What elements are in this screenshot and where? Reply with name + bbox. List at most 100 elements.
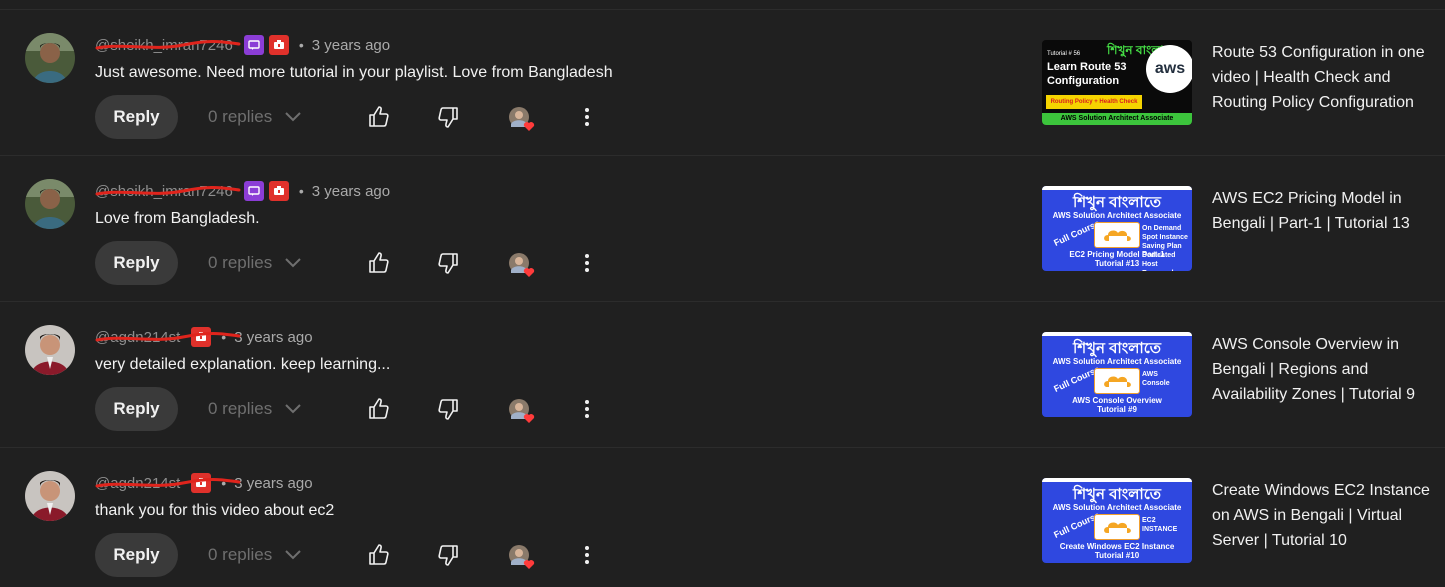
thumbnail-top-border [1042, 478, 1192, 482]
video-thumbnail[interactable]: শিখুন বাংলাতে AWS Solution Architect Asso… [1042, 186, 1192, 271]
comment-time[interactable]: 3 years ago [234, 329, 312, 346]
creator-heart [508, 106, 535, 131]
comment-thread: @sheikh_imran7246 • 3 years ago Just awe… [0, 9, 1445, 155]
separator-dot: • [298, 183, 304, 199]
thumbnail-bottom-text: EC2 Pricing Model Part-1 Tutorial #13 [1069, 250, 1165, 268]
comment-text: very detailed explanation. keep learning… [95, 356, 391, 373]
aws-logo: aws [1146, 45, 1192, 93]
replies-toggle[interactable]: 0 replies [208, 399, 302, 419]
related-video[interactable]: শিখুন বাংলাতে Tutorial # 56 Learn Route 53… [1042, 40, 1432, 130]
video-title[interactable]: Route 53 Configuration in one video | He… [1212, 40, 1432, 115]
thumbs-up-icon [369, 106, 389, 127]
author-handle-text: @agdn214st [95, 328, 181, 346]
avatar[interactable] [25, 179, 75, 229]
comment-time[interactable]: 3 years ago [312, 183, 390, 200]
separator-dot: • [298, 37, 304, 53]
like-button[interactable] [365, 103, 393, 131]
more-options-button[interactable] [573, 103, 601, 131]
chevron-down-icon [285, 258, 301, 268]
thumbnail-architect-text: AWS Solution Architect Associate [1052, 503, 1182, 512]
comment-time[interactable]: 3 years ago [234, 475, 312, 492]
thumbnail-side-text: AWS Console [1142, 371, 1170, 387]
related-video[interactable]: শিখুন বাংলাতে AWS Solution Architect Asso… [1042, 478, 1432, 568]
thumbs-down-icon [438, 253, 458, 274]
more-vertical-icon [585, 108, 589, 126]
badges [186, 327, 212, 347]
replies-count: 0 replies [208, 107, 273, 126]
avatar[interactable] [25, 325, 75, 375]
dislike-button[interactable] [434, 249, 462, 277]
like-button[interactable] [365, 395, 393, 423]
comment-actions: Reply 0 replies [95, 533, 615, 577]
thumbs-down-icon [438, 399, 458, 420]
comment-header: @sheikh_imran7246 • 3 years ago [95, 181, 390, 201]
creator-heart-icon [509, 545, 535, 569]
more-vertical-icon [585, 400, 589, 418]
comment-actions: Reply 0 replies [95, 95, 615, 139]
comment-thread: @agdn214st • 3 years ago very detailed e… [0, 301, 1445, 447]
thumbs-down-icon [438, 545, 458, 566]
dislike-button[interactable] [434, 395, 462, 423]
reply-button[interactable]: Reply [95, 387, 178, 431]
related-video[interactable]: শিখুন বাংলাতে AWS Solution Architect Asso… [1042, 332, 1432, 422]
replies-toggle[interactable]: 0 replies [208, 253, 302, 273]
video-title[interactable]: AWS Console Overview in Bengali | Region… [1212, 332, 1432, 407]
red-badge-icon [191, 327, 212, 347]
video-title[interactable]: AWS EC2 Pricing Model in Bengali | Part-… [1212, 186, 1432, 236]
comment-header: @agdn214st • 3 years ago [95, 327, 313, 347]
video-title[interactable]: Create Windows EC2 Instance on AWS in Be… [1212, 478, 1432, 553]
like-button[interactable] [365, 541, 393, 569]
dislike-button[interactable] [434, 103, 462, 131]
avatar[interactable] [25, 33, 75, 83]
author-handle-text: @agdn214st [95, 474, 181, 492]
reply-button[interactable]: Reply [95, 241, 178, 285]
thumbnail-bottom-text: Create Windows EC2 Instance Tutorial #10 [1059, 542, 1175, 560]
comment-thread: @sheikh_imran7246 • 3 years ago Love fro… [0, 155, 1445, 301]
chevron-down-icon [285, 112, 301, 122]
author-handle[interactable]: @agdn214st [95, 328, 241, 346]
author-handle[interactable]: @agdn214st [95, 474, 241, 492]
member-badge-icon [243, 35, 264, 55]
thumbnail-top-border [1042, 186, 1192, 190]
separator-dot: • [221, 475, 227, 491]
like-button[interactable] [365, 249, 393, 277]
more-options-button[interactable] [573, 541, 601, 569]
author-handle[interactable]: @sheikh_imran7246 [95, 36, 241, 54]
member-badge-icon [243, 181, 264, 201]
comment-header: @agdn214st • 3 years ago [95, 473, 313, 493]
video-thumbnail[interactable]: শিখুন বাংলাতে AWS Solution Architect Asso… [1042, 478, 1192, 563]
badges [239, 181, 289, 201]
thumbnail-top-border [1042, 332, 1192, 336]
thumbs-up-icon [369, 544, 389, 565]
creator-heart-icon [509, 107, 535, 131]
comment-actions: Reply 0 replies [95, 241, 615, 285]
replies-count: 0 replies [208, 545, 273, 564]
video-thumbnail[interactable]: শিখুন বাংলাতে AWS Solution Architect Asso… [1042, 332, 1192, 417]
more-options-button[interactable] [573, 249, 601, 277]
thumbnail-architect-text: AWS Solution Architect Associate [1052, 211, 1182, 220]
comment-header: @sheikh_imran7246 • 3 years ago [95, 35, 390, 55]
avatar[interactable] [25, 471, 75, 521]
aws-logo-icon [1094, 514, 1140, 540]
video-thumbnail[interactable]: শিখুন বাংলাতে Tutorial # 56 Learn Route 53… [1042, 40, 1192, 125]
dislike-button[interactable] [434, 541, 462, 569]
red-badge-icon [268, 35, 289, 55]
reply-button[interactable]: Reply [95, 533, 178, 577]
chevron-down-icon [285, 550, 301, 560]
thumbnail-architect-text: AWS Solution Architect Associate [1052, 357, 1182, 366]
creator-heart [508, 398, 535, 423]
author-handle[interactable]: @sheikh_imran7246 [95, 183, 241, 200]
comment-text: Just awesome. Need more tutorial in your… [95, 64, 613, 81]
red-badge-icon [268, 181, 289, 201]
comment-time[interactable]: 3 years ago [312, 37, 390, 54]
author-handle-text: @sheikh_imran7246 [95, 36, 233, 54]
reply-button[interactable]: Reply [95, 95, 178, 139]
separator-dot: • [221, 329, 227, 345]
related-video[interactable]: শিখুন বাংলাতে AWS Solution Architect Asso… [1042, 186, 1432, 276]
replies-count: 0 replies [208, 399, 273, 418]
replies-toggle[interactable]: 0 replies [208, 545, 302, 565]
creator-heart [508, 544, 535, 569]
replies-toggle[interactable]: 0 replies [208, 107, 302, 127]
thumbnail-highlight-text: Routing Policy + Health Check [1046, 95, 1142, 109]
more-options-button[interactable] [573, 395, 601, 423]
